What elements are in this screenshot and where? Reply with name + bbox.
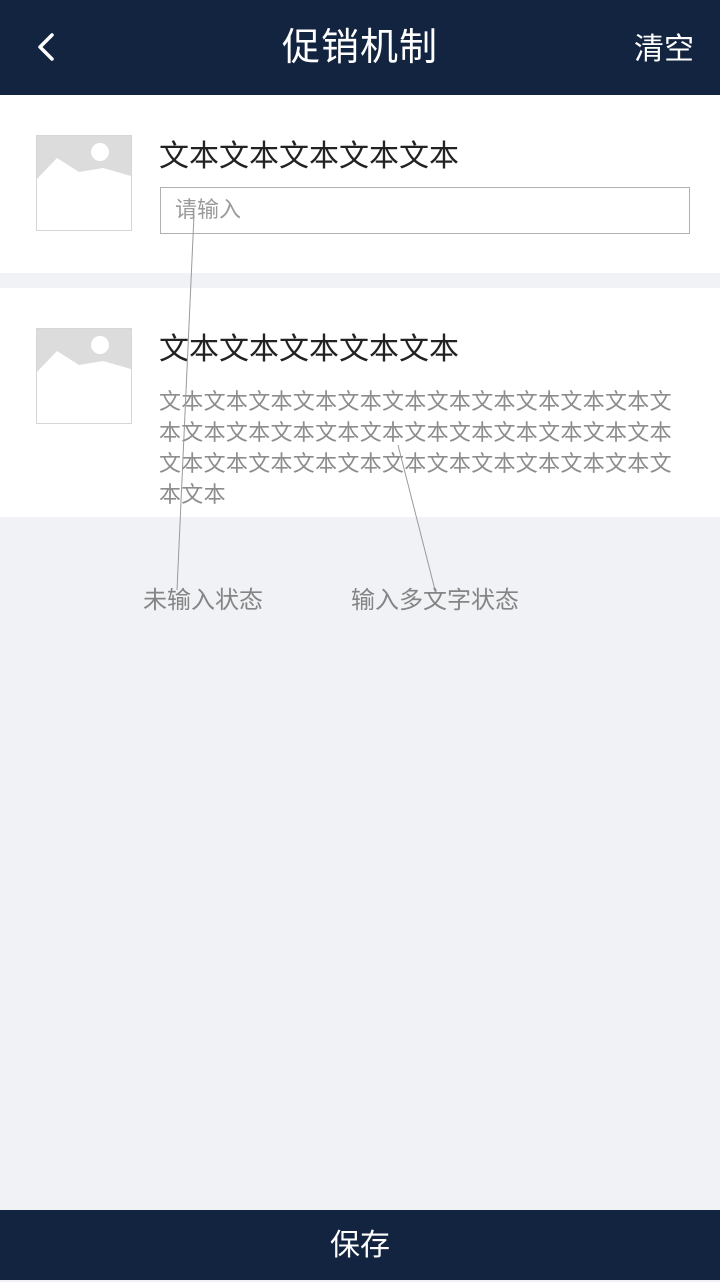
page-title: 促销机制 [281,25,438,69]
promo-text-input[interactable] [160,187,690,234]
promo-item-empty: 文本文本文本文本文本 [0,95,720,273]
save-button[interactable]: 保存 [0,1210,720,1280]
top-nav-bar: 促销机制 清空 [0,0,720,95]
annotation-filled-state: 输入多文字状态 [351,586,519,614]
promo-item-filled: 文本文本文本文本文本 文本文本文本文本文本文本文本文本文本文本文本文本文本文本文… [0,288,720,517]
annotation-empty-state: 未输入状态 [143,586,263,614]
promo-text-content[interactable]: 文本文本文本文本文本文本文本文本文本文本文本文本文本文本文本文本文本文本文本文本… [159,387,689,511]
item-image [36,328,132,424]
image-placeholder-icon [37,136,131,230]
item-title: 文本文本文本文本文本 [159,332,459,367]
item-title: 文本文本文本文本文本 [159,139,459,174]
back-button[interactable] [22,22,72,72]
chevron-left-icon [38,33,54,61]
item-image [36,135,132,231]
image-placeholder-icon [37,329,131,423]
clear-button[interactable]: 清空 [634,0,694,95]
